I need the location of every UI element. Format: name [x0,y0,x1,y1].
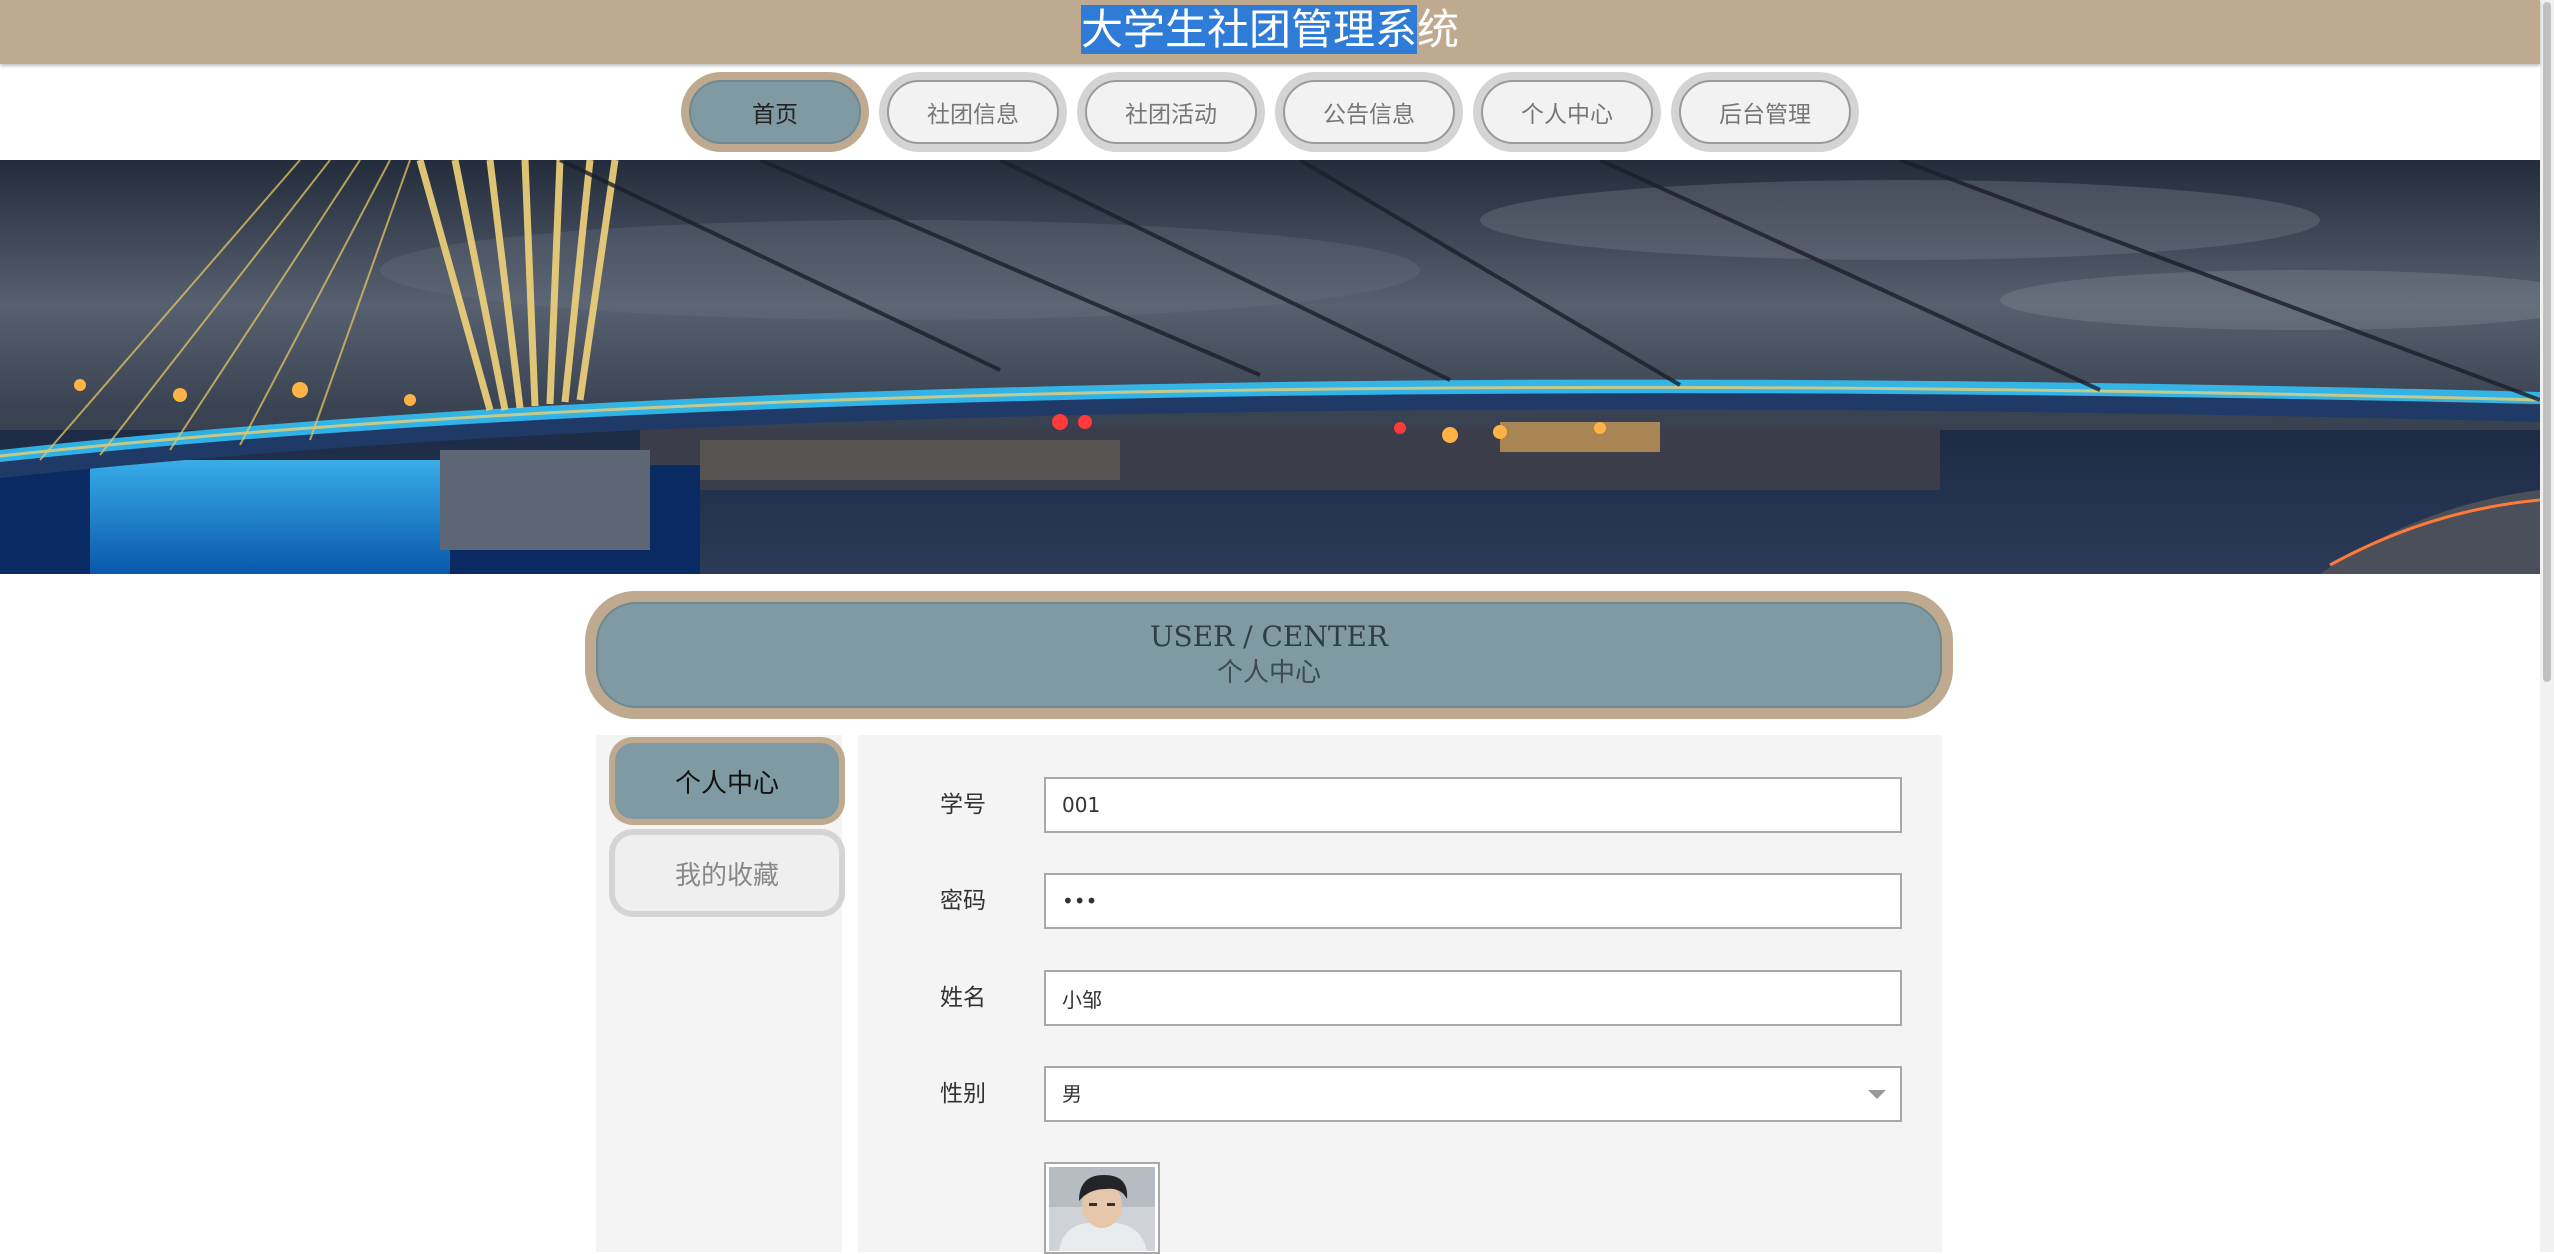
section-header-inner: USER / CENTER 个人中心 [596,602,1942,708]
nav-item-user-center[interactable]: 个人中心 [1473,72,1661,152]
form-row-gender: 性别 男 [858,1066,1942,1122]
sidebar-item-user-center[interactable]: 个人中心 [609,737,845,825]
user-sidebar: 个人中心 我的收藏 [596,735,845,1252]
password-label: 密码 [940,888,986,914]
nav-item-home[interactable]: 首页 [681,72,869,152]
chevron-down-icon [1868,1090,1886,1099]
site-title: 大学生社团管理系统 [1080,4,1460,56]
name-input[interactable] [1044,970,1902,1026]
page-scrollbar[interactable] [2540,0,2554,1252]
nav-item-label: 首页 [689,80,861,144]
gender-select-value: 男 [1062,1082,1082,1106]
sidebar-item-label: 个人中心 [615,743,839,819]
password-input[interactable] [1044,873,1902,929]
student-id-input[interactable] [1044,777,1902,833]
title-bar: 大学生社团管理系统 [0,0,2540,64]
section-title-en: USER / CENTER [1149,620,1389,653]
sidebar-item-label: 我的收藏 [615,835,839,911]
main-nav: 首页 社团信息 社团活动 公告信息 个人中心 后台管理 [0,64,2540,160]
avatar[interactable] [1044,1162,1160,1254]
site-title-selected: 大学生社团管理系 [1080,5,1417,54]
site-title-rest: 统 [1417,5,1460,54]
form-row-password: 密码 [858,873,1942,929]
nav-item-label: 个人中心 [1481,80,1653,144]
sidebar-item-favorites[interactable]: 我的收藏 [609,829,845,917]
nav-item-admin[interactable]: 后台管理 [1671,72,1859,152]
nav-item-label: 社团信息 [887,80,1059,144]
gender-label: 性别 [940,1081,986,1107]
form-row-student-id: 学号 [858,777,1942,833]
avatar-image [1049,1167,1155,1251]
nav-item-announcements[interactable]: 公告信息 [1275,72,1463,152]
nav-item-label: 公告信息 [1283,80,1455,144]
banner-image [0,160,2540,574]
form-row-name: 姓名 [858,970,1942,1026]
banner-bridge-illustration [0,160,2540,574]
gender-select[interactable]: 男 [1044,1066,1902,1122]
profile-form: 学号 密码 姓名 性别 男 [858,735,1942,1252]
section-header: USER / CENTER 个人中心 [585,591,1953,719]
nav-item-club-info[interactable]: 社团信息 [879,72,1067,152]
nav-item-label: 后台管理 [1679,80,1851,144]
nav-item-label: 社团活动 [1085,80,1257,144]
nav-item-club-activities[interactable]: 社团活动 [1077,72,1265,152]
student-id-label: 学号 [940,792,986,818]
scrollbar-thumb[interactable] [2543,2,2551,682]
section-title-cn: 个人中心 [1216,658,1321,688]
name-label: 姓名 [940,985,986,1011]
